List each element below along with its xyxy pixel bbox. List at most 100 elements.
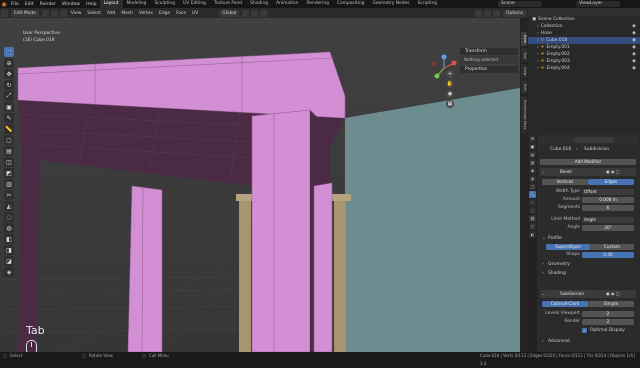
data-props-icon[interactable]: ▽: [529, 223, 536, 230]
menu-face[interactable]: Face: [173, 10, 189, 17]
outliner-item[interactable]: › ✛ Empty.002 ◉: [528, 51, 640, 58]
extrude-icon[interactable]: ▤: [4, 146, 14, 156]
tab-geometry-nodes[interactable]: Geometry Nodes: [368, 0, 413, 8]
outliner-root[interactable]: ▣ Scene Collection: [528, 16, 640, 23]
view-layer-selector[interactable]: ViewLayer: [576, 1, 620, 7]
menu-help[interactable]: Help: [83, 2, 99, 7]
affect-vertices-button[interactable]: Vertices: [542, 178, 588, 185]
shading-subpanel-header[interactable]: › Shading: [538, 270, 638, 277]
menu-edge[interactable]: Edge: [156, 10, 173, 17]
tab-edit[interactable]: Edit: [521, 80, 527, 94]
segments-field[interactable]: 6: [582, 204, 634, 211]
snap-icon[interactable]: [251, 9, 259, 17]
optimal-display-checkbox[interactable]: ✓: [582, 328, 587, 333]
collapse-icon[interactable]: ⌄: [542, 168, 545, 176]
vertex-select-icon[interactable]: [41, 9, 49, 17]
loop-cut-icon[interactable]: ▥: [4, 179, 14, 189]
properties-panel-header[interactable]: Properties: [460, 66, 518, 73]
tab-shading[interactable]: Shading: [246, 0, 272, 8]
tab-screencast-keys[interactable]: Screencast Keys: [521, 96, 527, 134]
outliner-item-selected[interactable]: › ▽ Cube.018 ◉: [528, 37, 640, 44]
bevel-name-field[interactable]: Bevel: [558, 169, 592, 175]
tab-layout[interactable]: Layout: [99, 0, 123, 8]
properties-search[interactable]: [574, 136, 614, 143]
spin-icon[interactable]: ◌: [4, 212, 14, 222]
simple-button[interactable]: Simple: [588, 300, 634, 307]
tab-animation[interactable]: Animation: [272, 0, 302, 8]
subdivision-modifier-header[interactable]: ⌄ Subdivision ▣ ◉ ▢: [540, 290, 636, 298]
bevel-icon[interactable]: ◩: [4, 168, 14, 178]
tab-texture-paint[interactable]: Texture Paint: [210, 0, 246, 8]
tab-view[interactable]: View: [521, 64, 527, 78]
options-dropdown[interactable]: Options: [503, 9, 526, 17]
affect-edges-button[interactable]: Edges: [588, 178, 634, 185]
menu-add[interactable]: Add: [104, 10, 119, 17]
navigation-gizmo-icon[interactable]: [430, 54, 458, 82]
angle-field[interactable]: 30°: [582, 224, 634, 231]
particles-props-icon[interactable]: ⁘: [529, 199, 536, 206]
profile-subpanel-header[interactable]: ⌄ Profile: [538, 235, 638, 242]
zoom-icon[interactable]: +: [446, 70, 454, 78]
tab-scripting[interactable]: Scripting: [413, 0, 441, 8]
collapse-icon[interactable]: ⌄: [542, 290, 545, 298]
rotate-icon[interactable]: ↻: [4, 80, 14, 90]
blender-logo-icon[interactable]: ◉: [0, 0, 8, 8]
tab-rendering[interactable]: Rendering: [302, 0, 332, 8]
xray-icon[interactable]: [484, 9, 492, 17]
physics-props-icon[interactable]: ◌: [529, 207, 536, 214]
scale-icon[interactable]: ⤢: [4, 91, 14, 101]
move-icon[interactable]: ✥: [4, 69, 14, 79]
knife-icon[interactable]: ✂: [4, 190, 14, 200]
visibility-icon[interactable]: ◉: [632, 51, 636, 58]
proportional-edit-icon[interactable]: [260, 9, 268, 17]
constraints-props-icon[interactable]: ⛓: [529, 215, 536, 222]
edge-select-icon[interactable]: [50, 9, 58, 17]
orientation-dropdown[interactable]: Global: [219, 9, 240, 17]
pivot-icon[interactable]: [242, 9, 250, 17]
catmull-clark-button[interactable]: Catmull-Clark: [542, 300, 588, 307]
poly-build-icon[interactable]: ◭: [4, 201, 14, 211]
tab-sculpting[interactable]: Sculpting: [150, 0, 179, 8]
material-props-icon[interactable]: ◐: [529, 231, 536, 238]
tab-tool[interactable]: Tool: [521, 48, 527, 62]
object-props-icon[interactable]: ▢: [529, 183, 536, 190]
limit-method-dropdown[interactable]: Angle: [582, 216, 634, 223]
shading-solid-icon[interactable]: [493, 9, 501, 17]
bevel-modifier-header[interactable]: ⌄ Bevel ▣ ◉ ▢: [540, 168, 636, 176]
tab-item[interactable]: Item: [521, 32, 527, 46]
render-props-icon[interactable]: ▣: [529, 143, 536, 150]
select-box-icon[interactable]: ⬚: [4, 47, 14, 57]
menu-file[interactable]: File: [8, 2, 22, 7]
modifier-props-icon[interactable]: 🔧: [529, 191, 536, 198]
editor-type-icon[interactable]: [1, 9, 8, 17]
advanced-subpanel-header[interactable]: › Advanced: [538, 338, 638, 345]
menu-select[interactable]: Select: [84, 10, 104, 17]
visibility-icon[interactable]: ◉: [632, 23, 636, 30]
levels-viewport-field[interactable]: 2: [582, 310, 634, 317]
visibility-icon[interactable]: ◉: [632, 58, 636, 65]
mode-dropdown[interactable]: Edit Mode: [11, 9, 39, 17]
shrink-icon[interactable]: ◨: [4, 245, 14, 255]
tab-compositing[interactable]: Compositing: [333, 0, 369, 8]
face-select-icon[interactable]: [59, 9, 67, 17]
subdivision-name-field[interactable]: Subdivision: [558, 291, 592, 297]
tab-modeling[interactable]: Modeling: [123, 0, 151, 8]
amount-field[interactable]: 0.008 m: [582, 196, 634, 203]
rip-icon[interactable]: ◈: [4, 267, 14, 277]
transform-panel-header[interactable]: Transform: [460, 48, 518, 55]
output-props-icon[interactable]: ▤: [529, 151, 536, 158]
outliner-item[interactable]: › ✛ Empty.004 ◉: [528, 65, 640, 72]
edge-slide-icon[interactable]: ◧: [4, 234, 14, 244]
outliner-item[interactable]: › Hose ◉: [528, 30, 640, 37]
visibility-icon[interactable]: ◉: [632, 44, 636, 51]
render-levels-field[interactable]: 2: [582, 318, 634, 325]
smooth-icon[interactable]: ◍: [4, 223, 14, 233]
3d-viewport[interactable]: User Perspective (16) Cube.018 ⬚ ⊕ ✥ ↻ ⤢…: [0, 18, 520, 352]
view-layer-props-icon[interactable]: ▥: [529, 159, 536, 166]
ortho-toggle-icon[interactable]: ▦: [446, 100, 454, 108]
visibility-icon[interactable]: ◉: [632, 37, 636, 44]
menu-window[interactable]: Window: [59, 2, 83, 7]
pan-icon[interactable]: ✋: [446, 80, 454, 88]
inset-icon[interactable]: ◫: [4, 157, 14, 167]
shear-icon[interactable]: ◪: [4, 256, 14, 266]
